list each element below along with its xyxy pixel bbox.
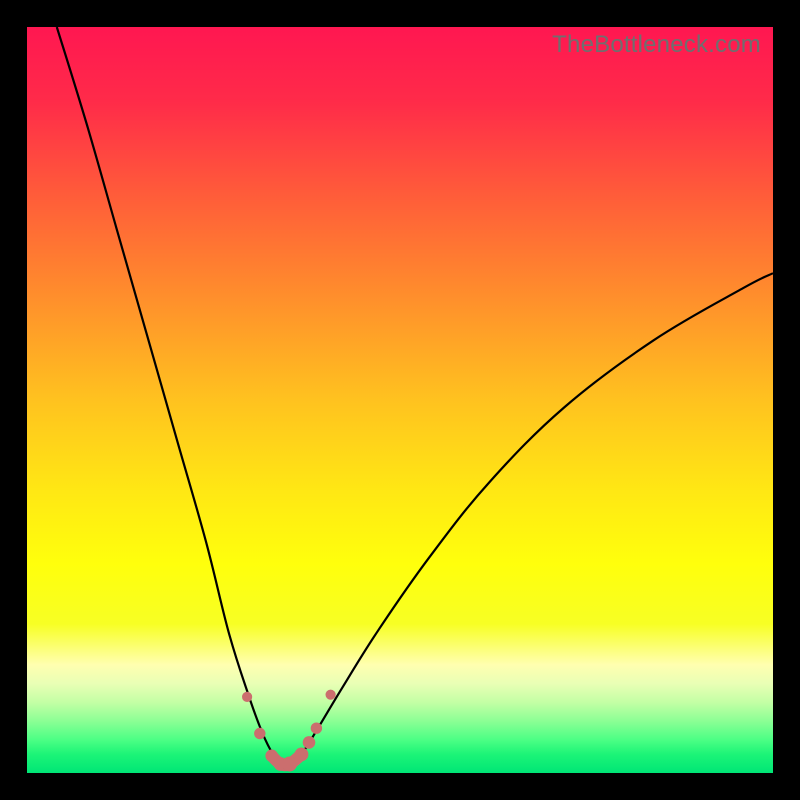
- marker-dots: [242, 690, 336, 772]
- marker-dot: [295, 748, 309, 762]
- marker-dot: [303, 736, 316, 749]
- plot-frame: TheBottleneck.com: [27, 27, 773, 773]
- marker-dot: [326, 690, 336, 700]
- left-curve: [57, 27, 285, 766]
- marker-dot: [254, 728, 265, 739]
- marker-dot: [282, 757, 297, 772]
- right-curve: [292, 273, 773, 764]
- marker-dot: [242, 692, 252, 702]
- marker-dot: [311, 723, 322, 734]
- curve-layer: [27, 27, 773, 773]
- watermark-text: TheBottleneck.com: [552, 31, 761, 59]
